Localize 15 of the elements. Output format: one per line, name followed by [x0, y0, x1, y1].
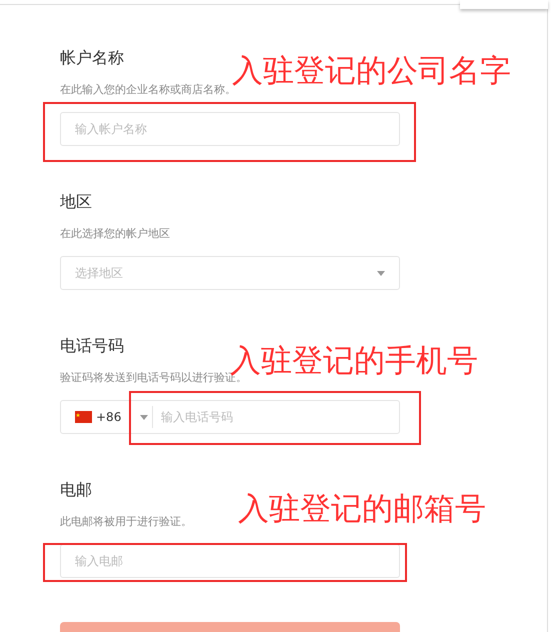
- field-label: 电邮: [60, 479, 92, 501]
- annotation-text: 入驻登记的公司名字: [232, 52, 511, 90]
- country-code[interactable]: +86: [96, 410, 140, 424]
- annotation-text: 入驻登记的邮箱号: [238, 490, 486, 528]
- field-hint: 在此选择您的帐户地区: [60, 226, 170, 242]
- field-label: 帐户名称: [60, 47, 124, 69]
- field-label: 电话号码: [60, 335, 124, 357]
- caret-icon: [377, 270, 385, 276]
- field-label: 地区: [60, 191, 92, 213]
- caret-icon[interactable]: [140, 414, 148, 420]
- flag-icon: [75, 411, 92, 423]
- field-hint: 此电邮将被用于进行验证。: [60, 514, 192, 530]
- phone-field[interactable]: +86 输入电话号码: [60, 400, 400, 434]
- text-field[interactable]: 输入帐户名称: [60, 112, 400, 146]
- text-field[interactable]: 输入电邮: [60, 544, 400, 578]
